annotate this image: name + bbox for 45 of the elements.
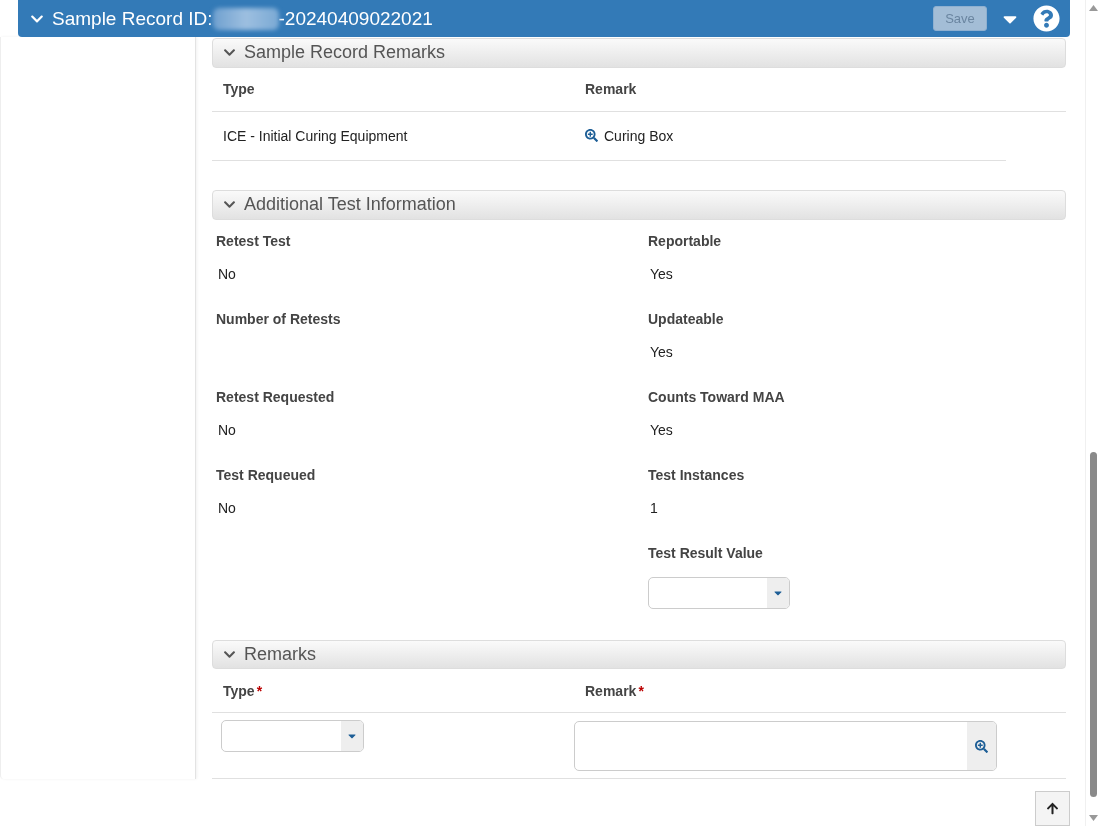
field-value: 1 (649, 499, 659, 516)
zoom-in-icon[interactable] (585, 129, 598, 143)
section-title: Remarks (244, 643, 316, 665)
section-title: Sample Record Remarks (244, 42, 446, 64)
field-label: Updateable (647, 310, 725, 327)
required-mark: * (638, 682, 644, 699)
zoom-in-icon[interactable] (975, 739, 988, 753)
field-label: Test Requeued (215, 466, 317, 483)
field-value: No (217, 265, 237, 282)
column-header: Remark (584, 81, 638, 98)
field-label: Test Result Value (647, 544, 764, 561)
scrollbar-thumb[interactable] (1090, 452, 1097, 797)
field-label: Number of Retests (215, 310, 342, 327)
field-value: Yes (649, 343, 674, 360)
field-value: No (217, 421, 237, 438)
field-value: Yes (649, 265, 674, 282)
field-value: Yes (649, 421, 674, 438)
scroll-top-button[interactable] (1035, 791, 1070, 826)
scrollbar[interactable] (1085, 0, 1100, 826)
field-label: Counts Toward MAA (647, 388, 786, 405)
section-header[interactable]: Remarks (212, 639, 1066, 670)
section-header[interactable]: Sample Record Remarks (212, 38, 1066, 68)
column-header: Type (222, 81, 256, 98)
field-value: No (217, 499, 237, 516)
field-label: Reportable (647, 232, 723, 249)
redacted-block (212, 7, 279, 30)
select-field[interactable] (221, 720, 364, 753)
field-label: Retest Requested (215, 388, 336, 405)
column-header: Type* (222, 682, 264, 699)
column-header: Remark* (584, 682, 645, 699)
field-label: Retest Test (215, 232, 292, 249)
table-cell-text: ICE - Initial Curing Equipment (222, 127, 409, 144)
table-cell: Curing Box (604, 127, 674, 144)
section-title: Additional Test Information (244, 194, 456, 216)
scroll-up-icon[interactable] (1088, 5, 1098, 11)
required-mark: * (256, 682, 263, 699)
record-title: Sample Record ID: (52, 7, 213, 30)
select-field[interactable] (648, 576, 790, 609)
field-label: Test Instances (647, 466, 746, 483)
arrow-up-icon (1046, 802, 1059, 815)
section-header[interactable]: Additional Test Information (212, 189, 1066, 220)
remark-field[interactable] (574, 721, 997, 772)
record-id: -20240409022021 (278, 7, 433, 30)
scroll-down-icon[interactable] (1088, 815, 1098, 821)
help-icon[interactable] (1033, 5, 1060, 32)
